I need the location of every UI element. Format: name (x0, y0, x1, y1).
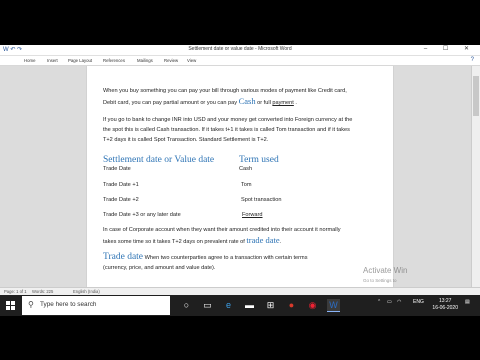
page-count[interactable]: Page: 1 of 1 (4, 289, 27, 294)
activate-windows-watermark: Activate Win Go to Settings to (363, 266, 407, 285)
ribbon-tabs: Home Insert Page Layout References Maili… (0, 56, 480, 66)
p1-line2b: or full (255, 100, 273, 106)
tab-review[interactable]: Review (164, 58, 178, 63)
window-title: Settlement date or value date - Microsof… (188, 46, 292, 52)
tab-home[interactable]: Home (24, 58, 35, 63)
file-explorer-icon[interactable]: ▭ (201, 299, 214, 312)
p3-line2c: . (279, 239, 282, 245)
p2-line1: If you go to bank to change INR into USD… (103, 117, 353, 123)
window-controls[interactable]: – ☐ ✕ (424, 45, 476, 52)
p3-line1: In case of Corporate account when they w… (103, 227, 341, 233)
scrollbar-thumb[interactable] (473, 76, 479, 116)
tab-insert[interactable]: Insert (47, 58, 58, 63)
tab-page-layout[interactable]: Page Layout (68, 58, 92, 63)
p4-line2: (currency, price, and amount and value d… (103, 265, 216, 271)
p2-line3: T+2 days it is called Spot Transaction. … (103, 137, 269, 143)
screen: W ↶ ↷ Settlement date or value date - Mi… (0, 0, 480, 360)
taskbar-search[interactable]: ⚲ Type here to search (22, 296, 170, 315)
p4-line1: When two counterparties agree to a trans… (143, 255, 308, 261)
p1-line2a: Debit card, you can pay partial amount o… (103, 100, 239, 106)
wifi-icon[interactable]: ◠ (397, 299, 401, 305)
help-icon[interactable]: ? (471, 57, 474, 63)
p2-line2: the spot this is called Cash transaction… (103, 127, 350, 133)
word-taskbar-icon[interactable]: W (327, 299, 340, 312)
cash-term: Cash (238, 96, 256, 106)
table-row-left: Trade Date +2 (103, 197, 139, 203)
battery-icon[interactable]: ▭ (387, 299, 392, 305)
trade-date-heading: Trade date (103, 252, 144, 262)
store-icon[interactable]: ⊞ (264, 299, 277, 312)
tray-arrow-icon[interactable]: ⌃ (377, 299, 381, 305)
language[interactable]: English (India) (73, 289, 100, 294)
table-row-right: Cash (239, 166, 253, 172)
clock-date: 16-06-2020 (432, 305, 458, 311)
vertical-scrollbar[interactable] (471, 66, 480, 287)
watermark-line2: Go to Settings to (363, 278, 397, 283)
table-row-left: Trade Date (103, 166, 131, 172)
search-placeholder: Type here to search (40, 301, 97, 308)
p1-line1: When you buy something you can pay your … (103, 88, 347, 94)
tab-view[interactable]: View (187, 58, 196, 63)
paragraph-bank: If you go to bank to change INR into USD… (103, 115, 393, 145)
folder-icon[interactable]: ▬ (243, 299, 256, 312)
table-row-right: Spot transaction (241, 197, 282, 203)
search-icon: ⚲ (28, 300, 34, 309)
tab-mailings[interactable]: Mailings (137, 58, 153, 63)
p3-line2a: takes some time so it takes T+2 days on … (103, 239, 247, 245)
title-bar: W ↶ ↷ Settlement date or value date - Mi… (0, 45, 480, 56)
table-row-left: Trade Date +1 (103, 182, 139, 188)
document-page[interactable]: When you buy something you can pay your … (87, 66, 393, 287)
powerpoint-icon[interactable]: ● (285, 299, 298, 312)
table-row-right: Tom (241, 182, 252, 188)
notification-icon[interactable]: ▤ (465, 299, 470, 305)
chrome-icon[interactable]: ◉ (306, 299, 319, 312)
payment-term: payment (272, 100, 294, 106)
table-row-left: Trade Date +3 or any later date (103, 212, 181, 218)
taskbar: ⚲ Type here to search ○ ▭ e ▬ ⊞ ● ◉ W ⌃ … (0, 295, 480, 316)
task-view-icon[interactable]: ○ (180, 299, 193, 312)
trade-date-term: trade date (246, 235, 280, 245)
document-workspace: When you buy something you can pay your … (0, 66, 480, 287)
windows-start-icon[interactable] (6, 301, 16, 311)
paragraph-payment: When you buy something you can pay your … (103, 86, 388, 108)
clock[interactable]: 13:27 16-06-2020 (432, 298, 458, 312)
word-count[interactable]: Words: 225 (32, 289, 53, 294)
tab-references[interactable]: References (103, 58, 125, 63)
paragraph-corporate: In case of Corporate account when they w… (103, 225, 393, 247)
language-indicator[interactable]: ENG (413, 299, 424, 305)
paragraph-trade-date: Trade date When two counterparties agree… (103, 252, 393, 273)
watermark-line1: Activate Win (363, 266, 408, 275)
clock-time: 13:27 (438, 298, 452, 304)
table-row-right: Forward (242, 212, 263, 218)
edge-icon[interactable]: e (222, 299, 235, 312)
status-bar: Page: 1 of 1 Words: 225 English (India) (0, 287, 480, 295)
p1-end: . (293, 100, 297, 106)
